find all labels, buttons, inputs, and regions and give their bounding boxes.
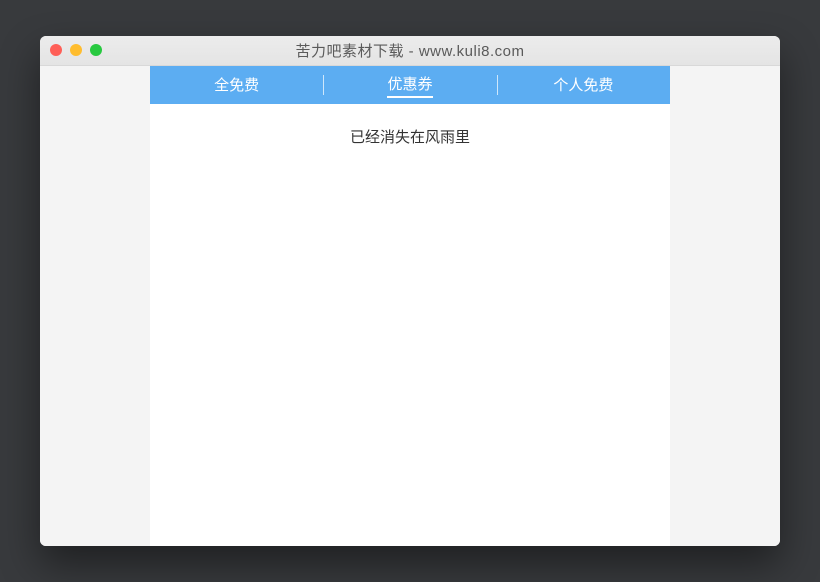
minimize-icon[interactable] — [70, 44, 82, 56]
app-window: 苦力吧素材下载 - www.kuli8.com 全免费 优惠券 个人免费 已经消… — [40, 36, 780, 546]
tab-personal-free[interactable]: 个人免费 — [497, 66, 670, 104]
close-icon[interactable] — [50, 44, 62, 56]
main-panel: 全免费 优惠券 个人免费 已经消失在风雨里 — [150, 66, 670, 546]
tab-label: 个人免费 — [553, 74, 613, 97]
right-gutter — [670, 66, 780, 546]
content-area: 已经消失在风雨里 — [150, 104, 670, 546]
window-title: 苦力吧素材下载 - www.kuli8.com — [40, 40, 780, 61]
maximize-icon[interactable] — [90, 44, 102, 56]
window-body: 全免费 优惠券 个人免费 已经消失在风雨里 — [40, 66, 780, 546]
tab-label: 全免费 — [214, 74, 259, 97]
left-gutter — [40, 66, 150, 546]
tab-label: 优惠券 — [387, 73, 432, 98]
traffic-lights — [50, 44, 102, 56]
titlebar: 苦力吧素材下载 - www.kuli8.com — [40, 36, 780, 66]
tab-bar: 全免费 优惠券 个人免费 — [150, 66, 670, 104]
tab-coupon[interactable]: 优惠券 — [323, 66, 496, 104]
tab-all-free[interactable]: 全免费 — [150, 66, 323, 104]
content-text: 已经消失在风雨里 — [150, 126, 670, 147]
